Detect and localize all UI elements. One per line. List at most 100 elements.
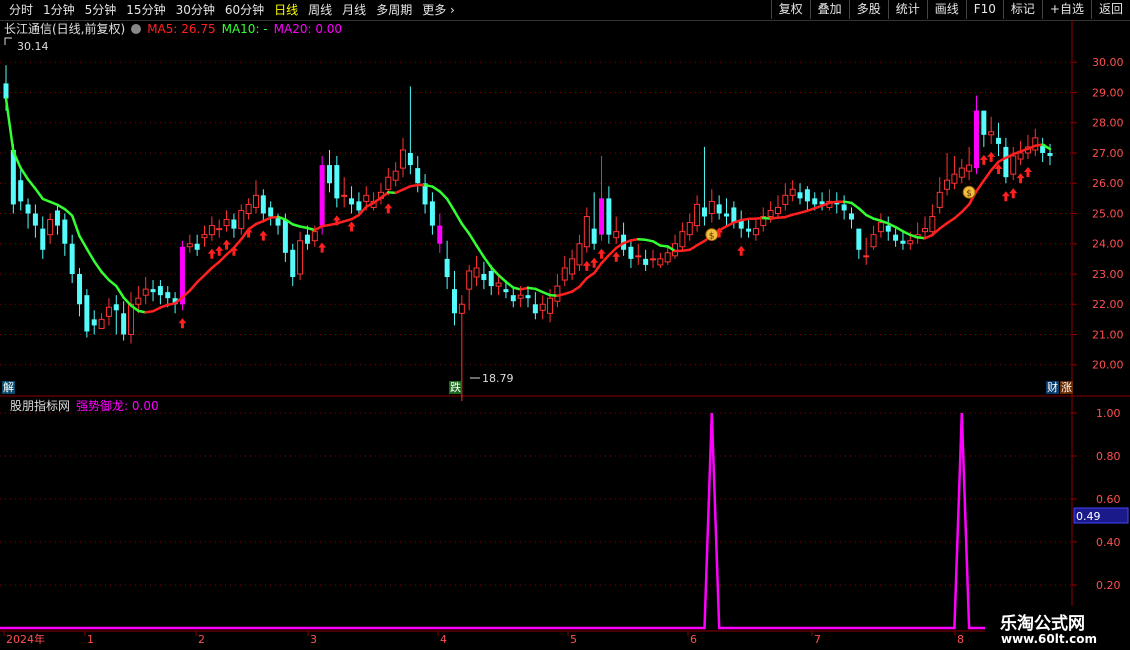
- candle-body: [297, 240, 304, 275]
- candle-body: [539, 303, 546, 311]
- candle-body: [437, 225, 443, 244]
- candle-body: [569, 258, 576, 275]
- moving-average-segment: [695, 239, 706, 247]
- candlestick-chart[interactable]: 30.00 29.00 28.00 27.00 26.00 25.00 24.00 23.00…: [0, 0, 1130, 650]
- moving-average-segment: [960, 203, 971, 214]
- moving-average-segment: [115, 284, 125, 299]
- rise-badge[interactable]: 涨: [1060, 381, 1073, 394]
- moving-average-segment: [122, 296, 133, 307]
- buy-arrow-icon: [222, 239, 231, 250]
- price-tick-label: 29.00: [1092, 86, 1124, 99]
- buy-arrow-icon: [178, 318, 187, 329]
- buy-arrow-icon: [1023, 167, 1032, 178]
- candle-body: [789, 188, 796, 196]
- candle-body: [973, 110, 979, 169]
- candle-body: [113, 304, 119, 311]
- candle-body: [996, 137, 1002, 144]
- candle-body: [606, 198, 612, 235]
- finance-badge[interactable]: 财: [1046, 381, 1059, 394]
- candle-body: [216, 228, 223, 231]
- time-tick-label: 5: [570, 633, 577, 646]
- candle-body: [561, 267, 568, 281]
- candle-body: [679, 231, 686, 248]
- candle-body: [1017, 152, 1024, 160]
- candle-body: [841, 204, 847, 211]
- candle-body: [363, 194, 370, 202]
- buy-arrow-icon: [737, 245, 746, 256]
- price-tick-label: 26.00: [1092, 177, 1124, 190]
- moving-average-segment: [982, 168, 993, 182]
- candle-body: [893, 234, 899, 241]
- candle-body: [812, 198, 818, 205]
- moving-average-segment: [85, 247, 96, 263]
- candle-body: [32, 213, 38, 226]
- price-tick-label: 25.00: [1092, 207, 1124, 220]
- moving-average-segment: [217, 253, 228, 264]
- buy-arrow-icon: [259, 230, 268, 241]
- moving-average-segment: [78, 234, 89, 251]
- candle-body: [643, 258, 649, 265]
- moving-average-segment: [945, 217, 956, 225]
- candle-body: [238, 209, 245, 230]
- candle-body: [84, 295, 90, 332]
- candle-body: [613, 231, 620, 239]
- moving-average-segment: [460, 222, 471, 236]
- moving-average-segment: [497, 273, 508, 284]
- moving-average-segment: [438, 190, 449, 201]
- indicator-tick-label: 1.00: [1096, 407, 1121, 420]
- candle-body: [223, 219, 230, 227]
- candle-body: [863, 255, 870, 258]
- candle-body: [91, 319, 97, 326]
- time-tick-label: 7: [814, 633, 821, 646]
- candle-body: [900, 240, 906, 244]
- candle-body: [951, 173, 958, 184]
- candle-body: [349, 198, 355, 205]
- candle-body: [649, 258, 656, 261]
- candle-body: [3, 83, 9, 99]
- candle-body: [54, 210, 60, 226]
- candle-body: [936, 191, 943, 208]
- indicator-tick-label: 0.40: [1096, 536, 1121, 549]
- candle-body: [804, 189, 810, 202]
- candle-body: [746, 228, 752, 232]
- candle-body: [922, 228, 929, 233]
- moving-average-segment: [453, 209, 464, 226]
- time-tick-label: 8: [957, 633, 964, 646]
- candle-body: [554, 285, 561, 302]
- moving-average-segment: [651, 240, 662, 247]
- buy-arrow-icon: [207, 248, 216, 259]
- candle-body: [944, 179, 951, 190]
- candle-body: [525, 295, 531, 299]
- moving-average-segment: [504, 280, 515, 289]
- moving-average-segment: [63, 207, 74, 217]
- watermark-title: 乐淘公式网: [1000, 614, 1085, 634]
- candle-body: [708, 200, 715, 214]
- candle-body: [848, 213, 854, 220]
- moving-average-segment: [475, 244, 486, 259]
- unlock-badge[interactable]: 解: [2, 381, 15, 394]
- low-annotation: 18.79: [482, 372, 514, 385]
- buy-arrow-icon: [318, 242, 327, 253]
- price-tick-label: 27.00: [1092, 147, 1124, 160]
- drop-badge[interactable]: 跌: [449, 381, 462, 394]
- candle-body: [767, 209, 774, 218]
- candle-body: [782, 194, 789, 205]
- candle-body: [628, 246, 634, 259]
- time-tick-label: 3: [310, 633, 317, 646]
- candle-body: [142, 288, 149, 296]
- candle-body: [208, 225, 215, 236]
- candle-body: [988, 131, 995, 136]
- candle-body: [18, 180, 24, 202]
- current-value-label: 0.49: [1076, 510, 1101, 523]
- price-tick-label: 28.00: [1092, 117, 1124, 130]
- moving-average-segment: [34, 187, 45, 201]
- candle-body: [135, 297, 142, 305]
- candle-body: [186, 243, 193, 248]
- moving-average-segment: [107, 278, 118, 288]
- buy-arrow-icon: [229, 245, 238, 256]
- buy-arrow-icon: [347, 221, 356, 232]
- candle-body: [664, 252, 671, 263]
- price-tick-label: 24.00: [1092, 238, 1124, 251]
- candle-body: [591, 228, 597, 244]
- candle-body: [981, 110, 987, 135]
